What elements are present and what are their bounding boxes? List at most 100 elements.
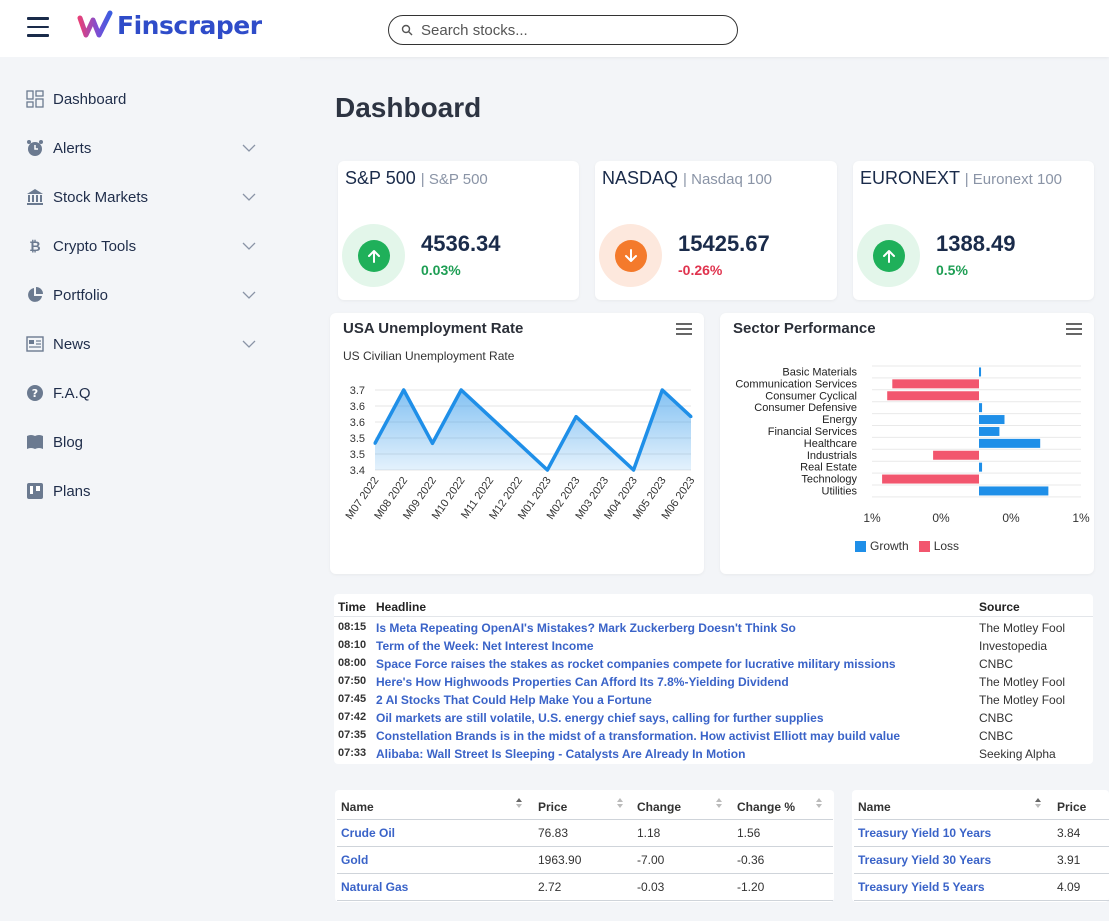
news-row[interactable]: 08:00 Space Force raises the stakes as ro… [334,657,1093,675]
commodity-change: 1.18 [637,826,661,840]
column-header-time: Time [338,600,366,614]
chevron-down-icon[interactable] [242,190,256,204]
commodity-price: 1963.90 [538,853,582,867]
sidebar-item-label: News [53,335,91,353]
sort-icon[interactable] [1034,797,1042,809]
row-divider [854,873,1109,874]
x-tick-label: 0% [932,511,950,525]
chevron-down-icon[interactable] [242,141,256,155]
index-card-nasdaq[interactable]: NASDAQ | Nasdaq 100 15425.67 -0.26% [595,161,837,300]
column-header-name[interactable]: Name [341,800,374,814]
legend-label-growth[interactable]: Growth [870,539,909,553]
news-row[interactable]: 07:35 Constellation Brands is in the mids… [334,729,1093,747]
sort-icon[interactable] [616,797,624,809]
sidebar-item-blog[interactable]: Blog [26,430,266,454]
search-box[interactable] [388,15,738,45]
news-source: Investopedia [979,639,1048,653]
news-headline-link[interactable]: Space Force raises the stakes as rocket … [376,657,896,671]
index-name: NASDAQ [602,168,679,188]
bar [892,379,979,389]
index-card-euronext[interactable]: EURONEXT | Euronext 100 1388.49 0.5% [853,161,1094,300]
sidebar-item-label: Plans [53,482,91,500]
news-row[interactable]: 07:42 Oil markets are still volatile, U.S… [334,711,1093,729]
index-value: 1388.49 [936,231,1016,256]
commodity-name[interactable]: Natural Gas [341,880,408,894]
news-headline-link[interactable]: 2 AI Stocks That Could Help Make You a F… [376,693,652,707]
column-header-price[interactable]: Price [1057,800,1086,814]
column-header-price[interactable]: Price [538,800,567,814]
news-headline-link[interactable]: Is Meta Repeating OpenAI's Mistakes? Mar… [376,621,796,635]
news-row[interactable]: 07:45 2 AI Stocks That Could Help Make Yo… [334,693,1093,711]
news-headline-link[interactable]: Here's How Highwoods Properties Can Affo… [376,675,789,689]
legend-label-loss[interactable]: Loss [934,539,959,553]
logo[interactable]: Finscraper [77,10,262,40]
news-time: 08:15 [338,621,367,633]
bar [979,415,1005,425]
sort-icon[interactable] [815,797,823,809]
bar [887,391,979,401]
commodity-change-pct: 1.56 [737,826,761,840]
page-title: Dashboard [335,92,482,123]
y-tick-label: 3.5 [350,449,365,461]
column-header-change-pct[interactable]: Change % [737,800,795,814]
index-card-sp500[interactable]: S&P 500 | S&P 500 4536.34 0.03% [338,161,579,300]
column-header-change[interactable]: Change [637,800,681,814]
news-headline-link[interactable]: Constellation Brands is in the midst of … [376,729,900,743]
row-divider [854,900,1109,901]
chevron-down-icon[interactable] [242,337,256,351]
news-source: The Motley Fool [979,675,1066,689]
sidebar-item-label: Stock Markets [53,188,149,206]
news-row[interactable]: 08:15 Is Meta Repeating OpenAI's Mistakes… [334,621,1093,639]
search-input[interactable] [421,21,721,39]
news-time: 07:42 [338,711,367,723]
sidebar-item-crypto-tools[interactable]: ₿ Crypto Tools [26,234,266,258]
index-trend-badge [342,224,405,287]
chevron-down-icon[interactable] [242,239,256,253]
header-divider [334,616,1093,617]
index-change: -0.26% [678,262,723,278]
category-label: Communication Services [735,378,857,390]
treasury-name[interactable]: Treasury Yield 10 Years [858,826,991,840]
column-header-source: Source [979,600,1020,614]
treasury-name[interactable]: Treasury Yield 30 Years [858,853,991,867]
hamburger-menu-icon[interactable] [27,17,49,37]
sidebar-item-news[interactable]: News [26,332,266,356]
index-title: NASDAQ | Nasdaq 100 [602,168,772,189]
chevron-down-icon[interactable] [242,288,256,302]
news-time: 08:10 [338,639,367,651]
sidebar-item-portfolio[interactable]: Portfolio [26,283,266,307]
commodity-name[interactable]: Gold [341,853,368,867]
bar [933,450,979,460]
news-headline-link[interactable]: Term of the Week: Net Interest Income [376,639,594,653]
x-tick-label: 1% [1072,511,1090,525]
sidebar-item-stock-markets[interactable]: Stock Markets [26,185,266,209]
sidebar-item-dashboard[interactable]: Dashboard [26,87,266,111]
arrow-down-icon [614,239,647,272]
news-headline-link[interactable]: Oil markets are still volatile, U.S. ene… [376,711,824,725]
top-bar: Finscraper [0,0,1109,57]
news-source: CNBC [979,711,1014,725]
commodity-price: 76.83 [538,826,569,840]
sidebar-item-label: Portfolio [53,286,109,304]
row-divider [337,900,833,901]
news-row[interactable]: 08:10 Term of the Week: Net Interest Inco… [334,639,1093,657]
sidebar-item-plans[interactable]: Plans [26,479,266,503]
news-headline-link[interactable]: Alibaba: Wall Street Is Sleeping - Catal… [376,747,745,761]
column-header-name[interactable]: Name [858,800,891,814]
news-row[interactable]: 07:33 Alibaba: Wall Street Is Sleeping - … [334,747,1093,765]
commodity-name[interactable]: Crude Oil [341,826,395,840]
data-point [603,441,607,445]
sort-icon[interactable] [515,797,523,809]
sort-icon[interactable] [715,797,723,809]
news-row[interactable]: 07:50 Here's How Highwoods Properties Can… [334,675,1093,693]
sidebar-item-alerts[interactable]: Alerts [26,136,266,160]
index-trend-badge [857,224,920,287]
category-label: Consumer Cyclical [765,390,857,402]
index-title: S&P 500 | S&P 500 [345,168,488,189]
row-divider [337,819,833,820]
unemployment-chart-panel: USA Unemployment Rate US Civilian Unempl… [330,313,704,574]
treasury-name[interactable]: Treasury Yield 5 Years [858,880,985,894]
index-title: EURONEXT | Euronext 100 [860,168,1062,189]
sidebar-item-faq[interactable]: ? F.A.Q [26,381,266,405]
commodity-price: 2.72 [538,880,562,894]
